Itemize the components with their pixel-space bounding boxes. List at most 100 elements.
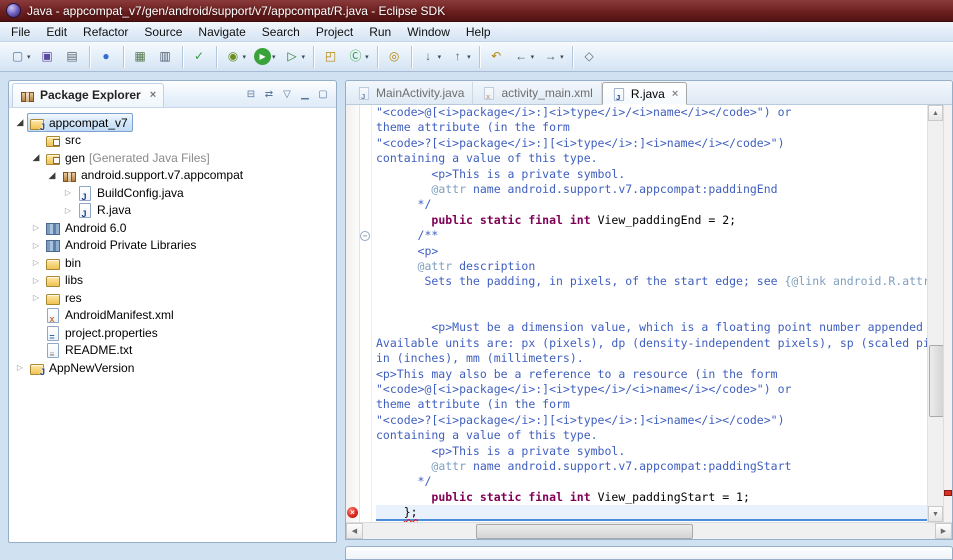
code-line[interactable]: theme attribute (in the form bbox=[376, 120, 927, 135]
expand-arrow[interactable]: ▷ bbox=[61, 206, 75, 215]
menu-file[interactable]: File bbox=[3, 23, 38, 41]
code-line[interactable]: <p>This may also be a reference to a res… bbox=[376, 367, 927, 382]
tree-item-android-support-v7-appcompat[interactable]: ◢ android.support.v7.appcompat bbox=[9, 167, 336, 185]
menu-edit[interactable]: Edit bbox=[38, 23, 75, 41]
back-button[interactable]: ← ▾ bbox=[510, 45, 538, 68]
save-button[interactable]: ▣ bbox=[36, 45, 59, 68]
code-line[interactable] bbox=[376, 305, 927, 320]
debug-button[interactable]: ◉ ▾ bbox=[222, 45, 250, 68]
menu-source[interactable]: Source bbox=[136, 23, 190, 41]
code-line[interactable]: <p>Must be a dimension value, which is a… bbox=[376, 320, 927, 335]
editor-tab-activity-main-xml[interactable]: activity_main.xml bbox=[473, 82, 602, 104]
tree-item-libs[interactable]: ▷ libs bbox=[9, 272, 336, 290]
link-with-editor-icon[interactable]: ⇄ bbox=[260, 85, 278, 103]
close-view-icon[interactable]: × bbox=[150, 89, 156, 101]
tree-item-res[interactable]: ▷ res bbox=[9, 289, 336, 307]
code-line[interactable]: }; bbox=[376, 505, 927, 521]
scroll-left-button[interactable]: ◀ bbox=[346, 523, 363, 539]
search-button[interactable]: ◎ bbox=[383, 45, 406, 68]
tree-item-appcompat-v7[interactable]: ◢ appcompat_v7 bbox=[9, 113, 336, 133]
lint-check-button[interactable]: ✓ bbox=[188, 45, 211, 68]
horizontal-scroll-thumb[interactable] bbox=[476, 524, 693, 539]
menu-project[interactable]: Project bbox=[308, 23, 361, 41]
code-line[interactable]: <p>This is a private symbol. bbox=[376, 444, 927, 459]
tree-item-src[interactable]: src bbox=[9, 132, 336, 150]
code-line[interactable]: <p> bbox=[376, 244, 927, 259]
tree-item-readme-txt[interactable]: README.txt bbox=[9, 342, 336, 359]
last-edit-location-button[interactable]: ↶ bbox=[485, 45, 508, 68]
code-line[interactable] bbox=[376, 290, 927, 305]
menu-window[interactable]: Window bbox=[399, 23, 458, 41]
code-line[interactable]: */ bbox=[376, 197, 927, 212]
tree-item-androidmanifest-xml[interactable]: AndroidManifest.xml bbox=[9, 307, 336, 324]
code-line[interactable]: theme attribute (in the form bbox=[376, 397, 927, 412]
tree-item-bin[interactable]: ▷ bin bbox=[9, 254, 336, 272]
view-menu-icon[interactable]: ▽ bbox=[278, 85, 296, 103]
previous-annotation-button[interactable]: ↑ ▾ bbox=[446, 45, 474, 68]
expand-arrow[interactable]: ▷ bbox=[29, 276, 43, 285]
menu-refactor[interactable]: Refactor bbox=[75, 23, 136, 41]
menu-search[interactable]: Search bbox=[254, 23, 308, 41]
code-line[interactable]: @attr name android.support.v7.appcompat:… bbox=[376, 182, 927, 197]
code-line[interactable]: @attr name android.support.v7.appcompat:… bbox=[376, 459, 927, 474]
folding-ruler[interactable]: − bbox=[360, 105, 372, 522]
tree-item-gen[interactable]: ◢ gen [Generated Java Files] bbox=[9, 149, 336, 167]
code-line[interactable]: "<code>?[<i>package</i>:][<i>type</i>:]<… bbox=[376, 413, 927, 428]
menu-run[interactable]: Run bbox=[361, 23, 399, 41]
tree-item-appnewversion[interactable]: ▷ AppNewVersion bbox=[9, 359, 336, 377]
overview-error-marker[interactable] bbox=[944, 490, 952, 496]
overview-ruler[interactable] bbox=[943, 105, 952, 522]
globe-button[interactable]: ● bbox=[95, 45, 118, 68]
tree-item-android-6-0[interactable]: ▷ Android 6.0 bbox=[9, 219, 336, 237]
code-line[interactable]: public static final int View_paddingEnd … bbox=[376, 213, 927, 228]
new-java-class-button[interactable]: Ⓒ ▾ bbox=[344, 45, 372, 68]
maximize-icon[interactable]: ▢ bbox=[314, 85, 332, 103]
package-explorer-view-tab[interactable]: Package Explorer × bbox=[12, 83, 165, 107]
code-editor[interactable]: "<code>@[<i>package</i>:]<i>type</i>/<i>… bbox=[372, 105, 927, 522]
code-line[interactable]: /** bbox=[376, 228, 927, 243]
code-line[interactable]: Sets the padding, in pixels, of the star… bbox=[376, 274, 927, 289]
forward-button[interactable]: → ▾ bbox=[539, 45, 567, 68]
expand-arrow[interactable]: ▷ bbox=[29, 293, 43, 302]
next-annotation-button[interactable]: ↓ ▾ bbox=[417, 45, 445, 68]
expand-arrow[interactable]: ◢ bbox=[13, 117, 27, 128]
code-line[interactable]: */ bbox=[376, 474, 927, 489]
external-tools-button[interactable]: ▷ ▾ bbox=[281, 45, 309, 68]
code-line[interactable]: @attr description bbox=[376, 259, 927, 274]
vertical-scroll-thumb[interactable] bbox=[929, 345, 944, 417]
tree-item-r-java[interactable]: ▷ R.java bbox=[9, 202, 336, 219]
vertical-scrollbar[interactable]: ▲ ▼ bbox=[927, 105, 944, 522]
tree-item-buildconfig-java[interactable]: ▷ BuildConfig.java bbox=[9, 184, 336, 202]
expand-arrow[interactable]: ◢ bbox=[45, 170, 59, 181]
horizontal-scrollbar[interactable]: ◀ ▶ bbox=[346, 522, 952, 539]
scroll-right-button[interactable]: ▶ bbox=[935, 523, 952, 539]
editor-tab-mainactivity-java[interactable]: MainActivity.java bbox=[348, 82, 474, 104]
menu-help[interactable]: Help bbox=[458, 23, 499, 41]
fold-collapse-icon[interactable]: − bbox=[360, 231, 370, 242]
code-line[interactable]: public static final int View_paddingStar… bbox=[376, 490, 927, 505]
error-marker-icon[interactable]: × bbox=[347, 507, 358, 519]
code-line[interactable]: "<code>@[<i>package</i>:]<i>type</i>/<i>… bbox=[376, 382, 927, 397]
minimize-icon[interactable]: ▁ bbox=[296, 85, 314, 103]
scroll-down-button[interactable]: ▼ bbox=[928, 506, 943, 522]
code-line[interactable]: containing a value of this type. bbox=[376, 428, 927, 443]
new-java-project-button[interactable]: ◰ bbox=[319, 45, 342, 68]
code-line[interactable]: Available units are: px (pixels), dp (de… bbox=[376, 336, 927, 351]
annotation-ruler[interactable]: × bbox=[346, 105, 360, 522]
expand-arrow[interactable]: ▷ bbox=[29, 223, 43, 232]
new-wizard-button[interactable]: ▢ ▾ bbox=[6, 45, 34, 68]
code-line[interactable]: containing a value of this type. bbox=[376, 151, 927, 166]
android-virtual-device-manager-button[interactable]: ▥ bbox=[154, 45, 177, 68]
collapse-all-icon[interactable]: ⊟ bbox=[242, 85, 260, 103]
close-tab-icon[interactable]: × bbox=[672, 88, 678, 100]
code-line[interactable]: <p>This is a private symbol. bbox=[376, 167, 927, 182]
code-line[interactable]: "<code>@[<i>package</i>:]<i>type</i>/<i>… bbox=[376, 105, 927, 120]
code-line[interactable]: "<code>?[<i>package</i>:][<i>type</i>:]<… bbox=[376, 136, 927, 151]
expand-arrow[interactable]: ▷ bbox=[29, 258, 43, 267]
editor-tab-r-java[interactable]: R.java × bbox=[601, 82, 688, 105]
menu-navigate[interactable]: Navigate bbox=[190, 23, 253, 41]
android-sdk-manager-button[interactable]: ▦ bbox=[129, 45, 152, 68]
tree-item-project-properties[interactable]: project.properties bbox=[9, 324, 336, 342]
expand-arrow[interactable]: ▷ bbox=[61, 188, 75, 197]
expand-arrow[interactable]: ▷ bbox=[13, 363, 27, 372]
